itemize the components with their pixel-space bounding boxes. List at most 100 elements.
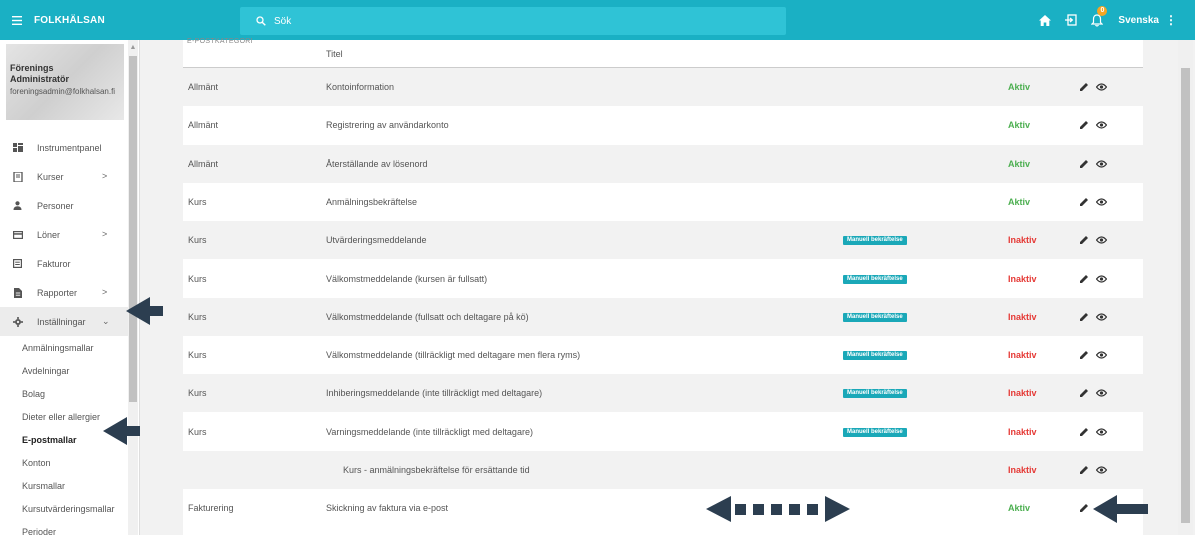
home-icon[interactable] bbox=[1032, 0, 1058, 40]
status-badge: Inaktiv bbox=[1008, 350, 1037, 361]
table-row[interactable]: Kurs Välkomstmeddelande (fullsatt och del… bbox=[183, 297, 1143, 336]
row-title: Välkomstmeddelande (tillräckligt med del… bbox=[326, 350, 581, 361]
book-icon bbox=[10, 171, 25, 183]
main-scrollbar[interactable] bbox=[1178, 40, 1193, 535]
notification-badge: 0 bbox=[1097, 6, 1108, 16]
sidebar-item-loner[interactable]: Löner > bbox=[0, 220, 128, 249]
scroll-up-icon[interactable]: ▲ bbox=[128, 44, 138, 51]
status-badge: Aktiv bbox=[1008, 503, 1031, 514]
sidebar-subitem-epostmallar[interactable]: E-postmallar bbox=[0, 428, 128, 451]
search-bar[interactable] bbox=[240, 7, 786, 35]
row-title: Kontoinformation bbox=[326, 82, 395, 92]
menu-icon[interactable] bbox=[0, 0, 34, 40]
edit-icon[interactable] bbox=[1080, 120, 1089, 131]
edit-icon[interactable] bbox=[1080, 388, 1089, 399]
row-title: Registrering av användarkonto bbox=[326, 120, 449, 131]
report-icon bbox=[10, 287, 25, 299]
manual-confirmation-badge: Manuell bekräftelse bbox=[843, 389, 907, 399]
invoice-icon bbox=[10, 258, 25, 270]
view-icon[interactable] bbox=[1095, 389, 1108, 399]
column-header-category[interactable]: E-POSTKATEGORI bbox=[187, 38, 253, 45]
sidebar-subitem-avdelningar[interactable]: Avdelningar bbox=[0, 359, 128, 382]
table-row[interactable]: Kurs Välkomstmeddelande (kursen är fullsa… bbox=[183, 260, 1143, 298]
sidebar-item-label: Rapporter bbox=[37, 287, 78, 298]
sidebar-subitem-bolag[interactable]: Bolag bbox=[0, 382, 128, 405]
user-name-line1: Förenings bbox=[10, 63, 54, 73]
row-category: Allmänt bbox=[188, 120, 219, 131]
manual-confirmation-badge: Manuell bekräftelse bbox=[843, 427, 907, 437]
view-icon[interactable] bbox=[1095, 83, 1108, 93]
edit-icon[interactable] bbox=[1080, 503, 1089, 514]
sidebar-scroll-thumb[interactable] bbox=[129, 56, 137, 402]
manual-confirmation-badge: Manuell bekräftelse bbox=[843, 312, 907, 322]
column-header-title[interactable]: Titel bbox=[326, 49, 343, 59]
sidebar-item-personer[interactable]: Personer bbox=[0, 191, 128, 220]
sidebar-item-label: Kurser bbox=[37, 171, 64, 182]
edit-icon[interactable] bbox=[1080, 350, 1089, 361]
logout-icon[interactable] bbox=[1058, 0, 1084, 40]
row-title: Skickning av faktura via e-post bbox=[326, 503, 449, 514]
row-category: Kurs bbox=[188, 235, 207, 246]
table-row[interactable]: Kurs Utvärderingsmeddelande Manuell bekräf… bbox=[183, 221, 1143, 260]
main-scroll-thumb[interactable] bbox=[1181, 68, 1190, 523]
table-row[interactable]: Kurs Varningsmeddelande (inte tillräcklig… bbox=[183, 413, 1143, 451]
sidebar-item-kurser[interactable]: Kurser > bbox=[0, 162, 128, 191]
search-icon bbox=[256, 16, 266, 26]
sidebar-scrollbar[interactable]: ▲ bbox=[128, 40, 138, 535]
table-row[interactable]: Kurs Inhiberingsmeddelande (inte tillräck… bbox=[183, 374, 1143, 413]
sidebar-subitem-perioder[interactable]: Perioder bbox=[0, 520, 128, 535]
sidebar-item-label: Personer bbox=[37, 200, 74, 211]
view-icon[interactable] bbox=[1095, 274, 1108, 285]
status-badge: Inaktiv bbox=[1008, 465, 1037, 475]
sidebar-subitem-kursutvarderingsmallar[interactable]: Kursutvärderingsmallar bbox=[0, 497, 128, 520]
main-content: E-POSTKATEGORI Titel Allmänt Kontoinforma… bbox=[140, 38, 1195, 535]
more-options-icon[interactable]: ⋮ bbox=[1165, 13, 1177, 27]
table-row[interactable]: Kurs Välkomstmeddelande (tillräckligt med… bbox=[183, 336, 1143, 374]
status-badge: Aktiv bbox=[1008, 120, 1031, 131]
card-icon bbox=[10, 229, 25, 241]
sidebar-subitem-konton[interactable]: Konton bbox=[0, 451, 128, 474]
language-selector[interactable]: Svenska bbox=[1118, 15, 1159, 26]
view-icon[interactable] bbox=[1095, 121, 1108, 131]
user-email: foreningsadmin@folkhalsan.fi bbox=[10, 87, 116, 96]
row-category: Kurs bbox=[188, 350, 207, 361]
edit-icon[interactable] bbox=[1080, 197, 1089, 208]
view-icon[interactable] bbox=[1095, 313, 1108, 323]
sidebar-item-label: Löner bbox=[37, 229, 61, 240]
table-row[interactable]: Allmänt Kontoinformation Aktiv bbox=[183, 68, 1143, 106]
sidebar-item-label: Inställningar bbox=[37, 316, 86, 327]
table-row[interactable]: Kurs - anmälningsbekräftelse för ersätta… bbox=[183, 451, 1143, 489]
sidebar-item-instrumentpanel[interactable]: Instrumentpanel bbox=[0, 133, 128, 162]
view-icon[interactable] bbox=[1095, 466, 1108, 476]
edit-icon[interactable] bbox=[1080, 235, 1089, 246]
sidebar-subitem-anmalningsmallar[interactable]: Anmälningsmallar bbox=[0, 336, 128, 359]
view-icon[interactable] bbox=[1095, 198, 1108, 208]
table-row[interactable]: Allmänt Återställande av lösenord Aktiv bbox=[183, 144, 1143, 183]
edit-icon[interactable] bbox=[1080, 159, 1089, 170]
search-input[interactable] bbox=[274, 15, 754, 27]
sidebar: Förenings Administratör foreningsadmin@f… bbox=[0, 40, 140, 535]
notification-bell-icon[interactable]: 0 bbox=[1084, 0, 1110, 40]
edit-icon[interactable] bbox=[1080, 465, 1089, 476]
edit-icon[interactable] bbox=[1080, 82, 1089, 93]
view-icon[interactable] bbox=[1095, 428, 1108, 438]
sidebar-subitem-kursmallar[interactable]: Kursmallar bbox=[0, 474, 128, 497]
manual-confirmation-badge: Manuell bekräftelse bbox=[843, 274, 907, 284]
table-row[interactable]: Kurs Anmälningsbekräftelse Aktiv bbox=[183, 183, 1143, 221]
table-row[interactable]: Allmänt Registrering av användarkonto Akti… bbox=[183, 106, 1143, 144]
sidebar-item-fakturor[interactable]: Fakturor bbox=[0, 249, 128, 278]
edit-icon[interactable] bbox=[1080, 312, 1089, 323]
view-icon[interactable] bbox=[1095, 351, 1108, 361]
view-icon[interactable] bbox=[1095, 160, 1108, 170]
edit-icon[interactable] bbox=[1080, 274, 1089, 285]
chevron-right-icon: > bbox=[102, 287, 108, 297]
sidebar-item-rapporter[interactable]: Rapporter > bbox=[0, 278, 128, 307]
edit-icon[interactable] bbox=[1080, 427, 1089, 438]
view-icon[interactable] bbox=[1095, 236, 1108, 246]
brand-logo[interactable]: FOLKHÄLSAN bbox=[34, 15, 237, 26]
row-category: Kurs bbox=[188, 388, 207, 399]
table-row[interactable]: Fakturering Skickning av faktura via e-po… bbox=[183, 489, 1143, 527]
sidebar-item-installningar[interactable]: Inställningar ⌄ bbox=[0, 307, 128, 336]
sidebar-subitem-dieter[interactable]: Dieter eller allergier bbox=[0, 405, 128, 428]
email-templates-table: E-POSTKATEGORI Titel Allmänt Kontoinforma… bbox=[183, 38, 1143, 535]
